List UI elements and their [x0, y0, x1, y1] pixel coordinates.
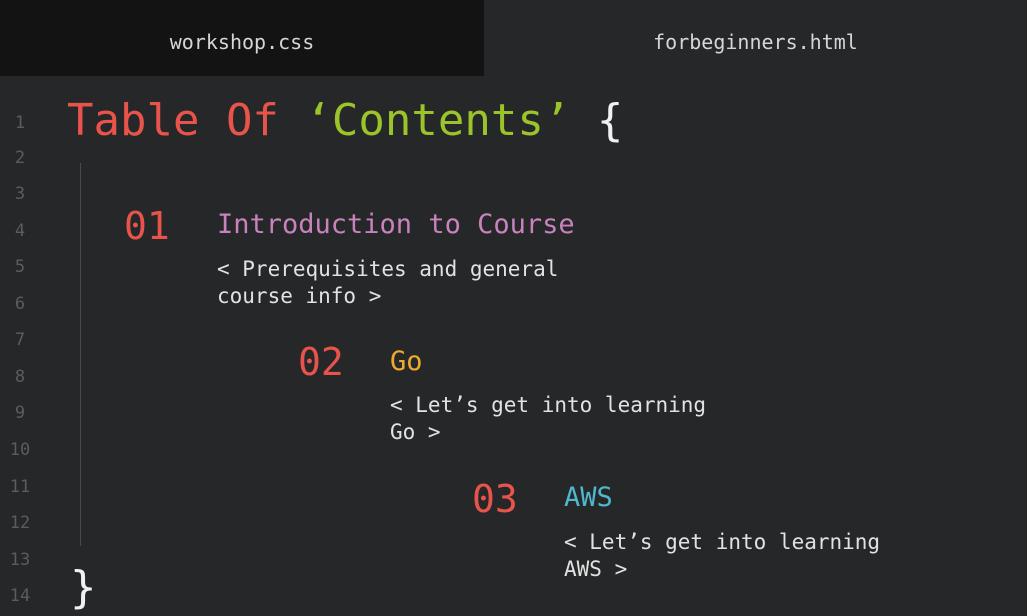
tab-label: workshop.css [169, 30, 315, 54]
section-title: AWS [564, 482, 613, 513]
page-title: Table Of ‘Contents’ { [67, 93, 623, 149]
line-number: 7 [14, 330, 26, 350]
section-title: Introduction to Course [217, 209, 575, 240]
section-title: Go [390, 346, 423, 377]
indent-guide [80, 163, 81, 546]
line-number: 13 [9, 550, 31, 570]
line-number: 14 [9, 586, 31, 606]
section-description: Go > [390, 420, 441, 444]
section-description: course info > [217, 284, 382, 308]
section-description: < Let’s get into learning [390, 393, 707, 417]
tab-bar: workshop.css forbeginners.html [0, 0, 1027, 76]
close-brace: } [70, 562, 97, 613]
line-number: 9 [14, 403, 26, 423]
line-number-gutter: 1 2 3 4 5 6 7 8 9 10 11 12 13 14 [0, 0, 50, 614]
section-description: < Let’s get into learning [564, 530, 881, 554]
line-number: 1 [14, 113, 26, 133]
tab-forbeginners-html[interactable]: forbeginners.html [484, 0, 1027, 76]
line-number: 5 [14, 257, 26, 277]
line-number: 8 [14, 367, 26, 387]
line-number: 2 [14, 148, 26, 168]
line-number: 12 [9, 513, 31, 533]
tab-workshop-css[interactable]: workshop.css [0, 0, 484, 76]
open-brace: { [570, 95, 624, 146]
tab-label: forbeginners.html [653, 30, 858, 54]
line-number: 3 [14, 184, 26, 204]
title-string: ‘Contents’ [305, 95, 571, 146]
section-description: AWS > [564, 557, 628, 581]
section-description: < Prerequisites and general [217, 257, 559, 281]
line-number: 11 [9, 477, 31, 497]
line-number: 4 [14, 221, 26, 241]
title-keyword: Table Of [67, 95, 306, 146]
section-number: 02 [298, 340, 344, 384]
section-number: 03 [472, 477, 518, 521]
line-number: 10 [9, 440, 31, 460]
line-number: 6 [14, 294, 26, 314]
section-number: 01 [124, 204, 170, 248]
